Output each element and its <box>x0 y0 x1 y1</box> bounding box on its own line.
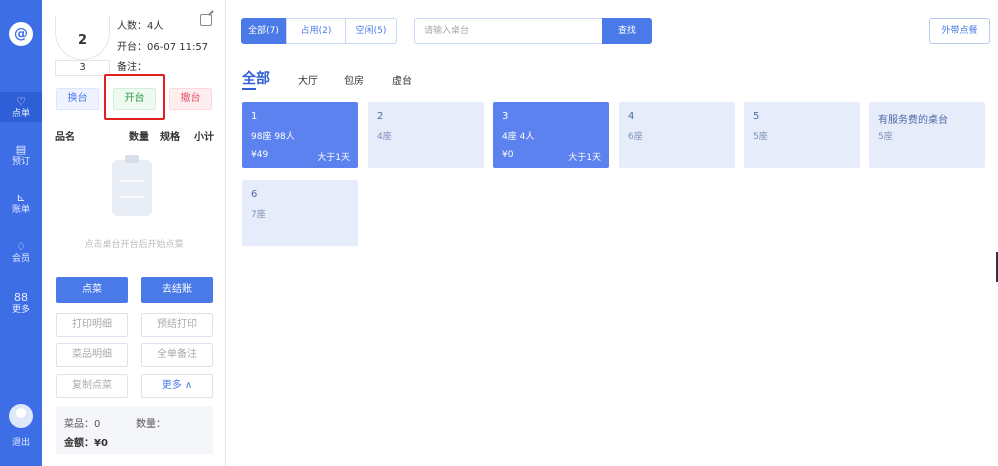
nav-item-label: 点单 <box>11 109 30 119</box>
table-seats: 4座 <box>377 132 392 142</box>
table-duration: 大于1天 <box>568 153 601 163</box>
nav-item-more[interactable]: 88 更多 <box>0 292 42 316</box>
app-logo: @ <box>9 22 33 46</box>
filter-occupied[interactable]: 占用(2) <box>286 18 346 44</box>
table-seats: 5座 <box>753 132 768 142</box>
table-price: ¥0 <box>502 150 514 160</box>
grid-icon: 88 <box>14 291 28 304</box>
table-seats: 7座 <box>251 210 266 220</box>
swap-table-button[interactable]: 换台 <box>56 88 99 110</box>
nav-item-label: 更多 <box>11 305 30 315</box>
search-input[interactable]: 请输入桌台 <box>414 18 602 44</box>
side-nav: @ ♡ 点单 ▤ 预订 ⊾ 账单 ♢ 会员 88 更多 退出 <box>0 0 42 466</box>
more-button[interactable]: 更多 ∧ <box>141 374 213 398</box>
table-card[interactable]: 6 7座 <box>242 180 358 246</box>
table-seats: 98座 98人 <box>251 132 295 142</box>
dish-detail-button[interactable]: 菜品明细 <box>56 343 128 367</box>
table-card[interactable]: 2 4座 <box>368 102 484 168</box>
nav-item-order[interactable]: ♡ 点单 <box>0 92 42 122</box>
print-detail-button[interactable]: 打印明细 <box>56 313 128 337</box>
pre-print-button[interactable]: 预结打印 <box>141 313 213 337</box>
table-name: 2 <box>377 111 384 122</box>
note-label: 备注： <box>117 62 147 73</box>
order-panel: 2 3 人数：4人 开台：06-07 11:57 备注： 换台 开台 撤台 品名… <box>42 0 226 466</box>
order-summary: 菜品：0 数量： 金额：¥0 <box>56 406 213 454</box>
chart-icon: ⊾ <box>16 191 26 204</box>
nav-item-reserve[interactable]: ▤ 预订 <box>0 144 42 168</box>
table-price: ¥49 <box>251 150 269 160</box>
takeout-button[interactable]: 外带点餐 <box>929 18 990 44</box>
nav-item-label: 会员 <box>11 254 30 264</box>
area-tab-underline <box>242 88 256 90</box>
table-sub-number: 3 <box>55 60 110 76</box>
logout-button[interactable]: 退出 <box>0 438 42 449</box>
table-seats: 5座 <box>878 132 893 142</box>
table-card[interactable]: 5 5座 <box>744 102 860 168</box>
cancel-table-button[interactable]: 撤台 <box>169 88 212 110</box>
table-name: 6 <box>251 189 258 200</box>
nav-item-label: 账单 <box>11 205 30 215</box>
chef-icon: ♡ <box>16 95 26 108</box>
filter-all[interactable]: 全部(7) <box>241 18 286 44</box>
table-duration: 大于1天 <box>317 153 350 163</box>
dish-count: 菜品：0 <box>64 419 101 430</box>
area-tab-all[interactable]: 全部 <box>242 68 270 88</box>
table-card[interactable]: 有服务费的桌台 5座 <box>869 102 985 168</box>
area-tab-virtual[interactable]: 虚台 <box>392 72 412 87</box>
order-button[interactable]: 点菜 <box>56 277 128 303</box>
area-tab-room[interactable]: 包房 <box>344 72 364 87</box>
table-seats: 6座 <box>628 132 643 142</box>
checkout-button[interactable]: 去结账 <box>141 277 213 303</box>
table-name: 3 <box>502 111 509 122</box>
table-name: 5 <box>753 111 760 122</box>
app-root: @ ♡ 点单 ▤ 预订 ⊾ 账单 ♢ 会员 88 更多 退出 2 3 人数：4人… <box>0 0 998 466</box>
empty-hint: 点击桌台开台后开始点菜 <box>84 240 184 250</box>
table-board: 全部(7) 占用(2) 空闲(5) 请输入桌台 查找 外带点餐 全部 大厅 包房… <box>226 0 998 466</box>
col-qty: 数量 <box>129 132 149 143</box>
highlight-box <box>104 74 165 120</box>
table-card[interactable]: 4 6座 <box>619 102 735 168</box>
edit-icon[interactable] <box>200 14 212 26</box>
col-name: 品名 <box>55 132 75 143</box>
nav-item-label: 预订 <box>11 157 30 167</box>
nav-item-member[interactable]: ♢ 会员 <box>0 241 42 265</box>
copy-order-button[interactable]: 复制点菜 <box>56 374 128 398</box>
table-number: 2 <box>55 16 110 60</box>
open-time: 开台：06-07 11:57 <box>117 42 209 53</box>
table-name: 1 <box>251 111 258 122</box>
avatar[interactable] <box>9 404 33 428</box>
amount-total: 金额：¥0 <box>64 438 108 449</box>
clipboard-icon <box>112 155 152 216</box>
table-seats: 4座 4人 <box>502 132 535 142</box>
table-name: 有服务费的桌台 <box>878 115 948 126</box>
search-button[interactable]: 查找 <box>602 18 652 44</box>
whole-note-button[interactable]: 全单备注 <box>141 343 213 367</box>
table-card[interactable]: 1 98座 98人 ¥49 大于1天 <box>242 102 358 168</box>
quantity-count: 数量： <box>136 419 166 430</box>
col-subtotal: 小计 <box>194 132 214 143</box>
people-count: 人数：4人 <box>117 21 164 32</box>
nav-item-bills[interactable]: ⊾ 账单 <box>0 192 42 216</box>
book-icon: ▤ <box>15 143 27 156</box>
filter-free[interactable]: 空闲(5) <box>345 18 397 44</box>
col-spec: 规格 <box>160 132 180 143</box>
table-card[interactable]: 3 4座 4人 ¥0 大于1天 <box>493 102 609 168</box>
area-tab-hall[interactable]: 大厅 <box>298 72 318 87</box>
table-name: 4 <box>628 111 635 122</box>
diamond-icon: ♢ <box>16 240 26 253</box>
